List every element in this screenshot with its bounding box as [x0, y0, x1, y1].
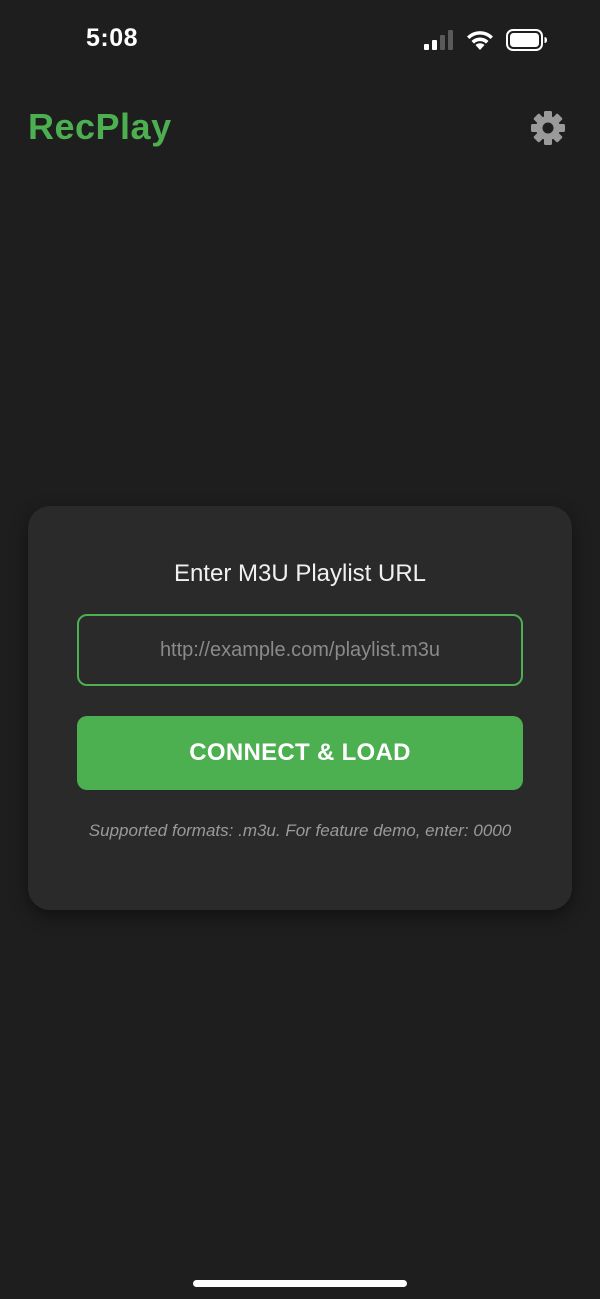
home-indicator[interactable] [193, 1280, 407, 1287]
connect-load-button[interactable]: CONNECT & LOAD [77, 716, 523, 790]
battery-icon [506, 29, 548, 51]
supported-formats-hint: Supported formats: .m3u. For feature dem… [88, 821, 512, 840]
playlist-url-input[interactable] [77, 614, 523, 686]
cellular-signal-icon [424, 30, 454, 50]
settings-button[interactable] [530, 110, 566, 146]
playlist-card: Enter M3U Playlist URL CONNECT & LOAD Su… [28, 506, 572, 910]
gear-icon [530, 111, 566, 150]
status-time: 5:08 [86, 24, 139, 52]
card-title: Enter M3U Playlist URL [173, 560, 427, 587]
status-bar: 5:08 [0, 0, 600, 80]
app-header: RecPlay [0, 100, 600, 160]
app-title: RecPlay [28, 106, 172, 147]
status-icons [424, 28, 548, 52]
wifi-icon [466, 30, 494, 50]
